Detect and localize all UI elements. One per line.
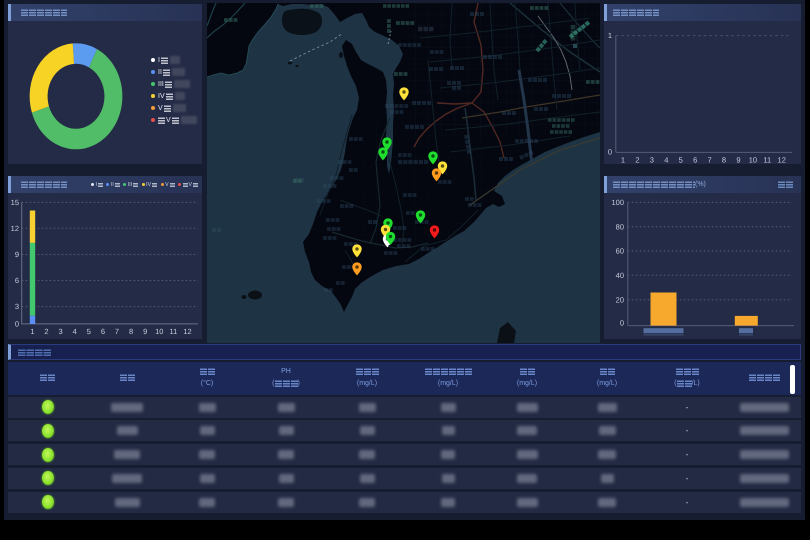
svg-text:5: 5 — [679, 156, 683, 165]
svg-text:0: 0 — [608, 148, 612, 157]
svg-text:10: 10 — [749, 156, 757, 165]
svg-text:0: 0 — [15, 320, 19, 329]
svg-text:12: 12 — [183, 327, 191, 336]
svg-text:3: 3 — [59, 327, 63, 336]
svg-text:11: 11 — [170, 327, 178, 336]
svg-text:15: 15 — [11, 198, 19, 207]
svg-text:6: 6 — [101, 327, 105, 336]
svg-text:2: 2 — [635, 156, 639, 165]
svg-text:10: 10 — [155, 327, 163, 336]
svg-text:20: 20 — [616, 295, 624, 304]
svg-text:6: 6 — [693, 156, 697, 165]
svg-text:9: 9 — [736, 156, 740, 165]
svg-text:40: 40 — [616, 271, 624, 280]
svg-text:3: 3 — [15, 302, 19, 311]
svg-text:5: 5 — [87, 327, 91, 336]
svg-text:100: 100 — [611, 198, 624, 207]
svg-text:60: 60 — [616, 247, 624, 256]
svg-text:12: 12 — [778, 156, 786, 165]
svg-text:1: 1 — [608, 31, 612, 40]
svg-text:7: 7 — [707, 156, 711, 165]
svg-text:1: 1 — [621, 156, 625, 165]
svg-text:3: 3 — [650, 156, 654, 165]
svg-text:8: 8 — [129, 327, 133, 336]
svg-text:8: 8 — [722, 156, 726, 165]
svg-text:4: 4 — [664, 156, 668, 165]
svg-text:9: 9 — [15, 250, 19, 259]
svg-text:80: 80 — [616, 222, 624, 231]
svg-text:2: 2 — [44, 327, 48, 336]
svg-text:1: 1 — [30, 327, 34, 336]
svg-text:6: 6 — [15, 276, 19, 285]
svg-text:11: 11 — [763, 156, 771, 165]
svg-text:0: 0 — [620, 319, 624, 328]
svg-text:12: 12 — [11, 224, 19, 233]
svg-text:4: 4 — [73, 327, 77, 336]
svg-text:7: 7 — [115, 327, 119, 336]
svg-text:9: 9 — [143, 327, 147, 336]
